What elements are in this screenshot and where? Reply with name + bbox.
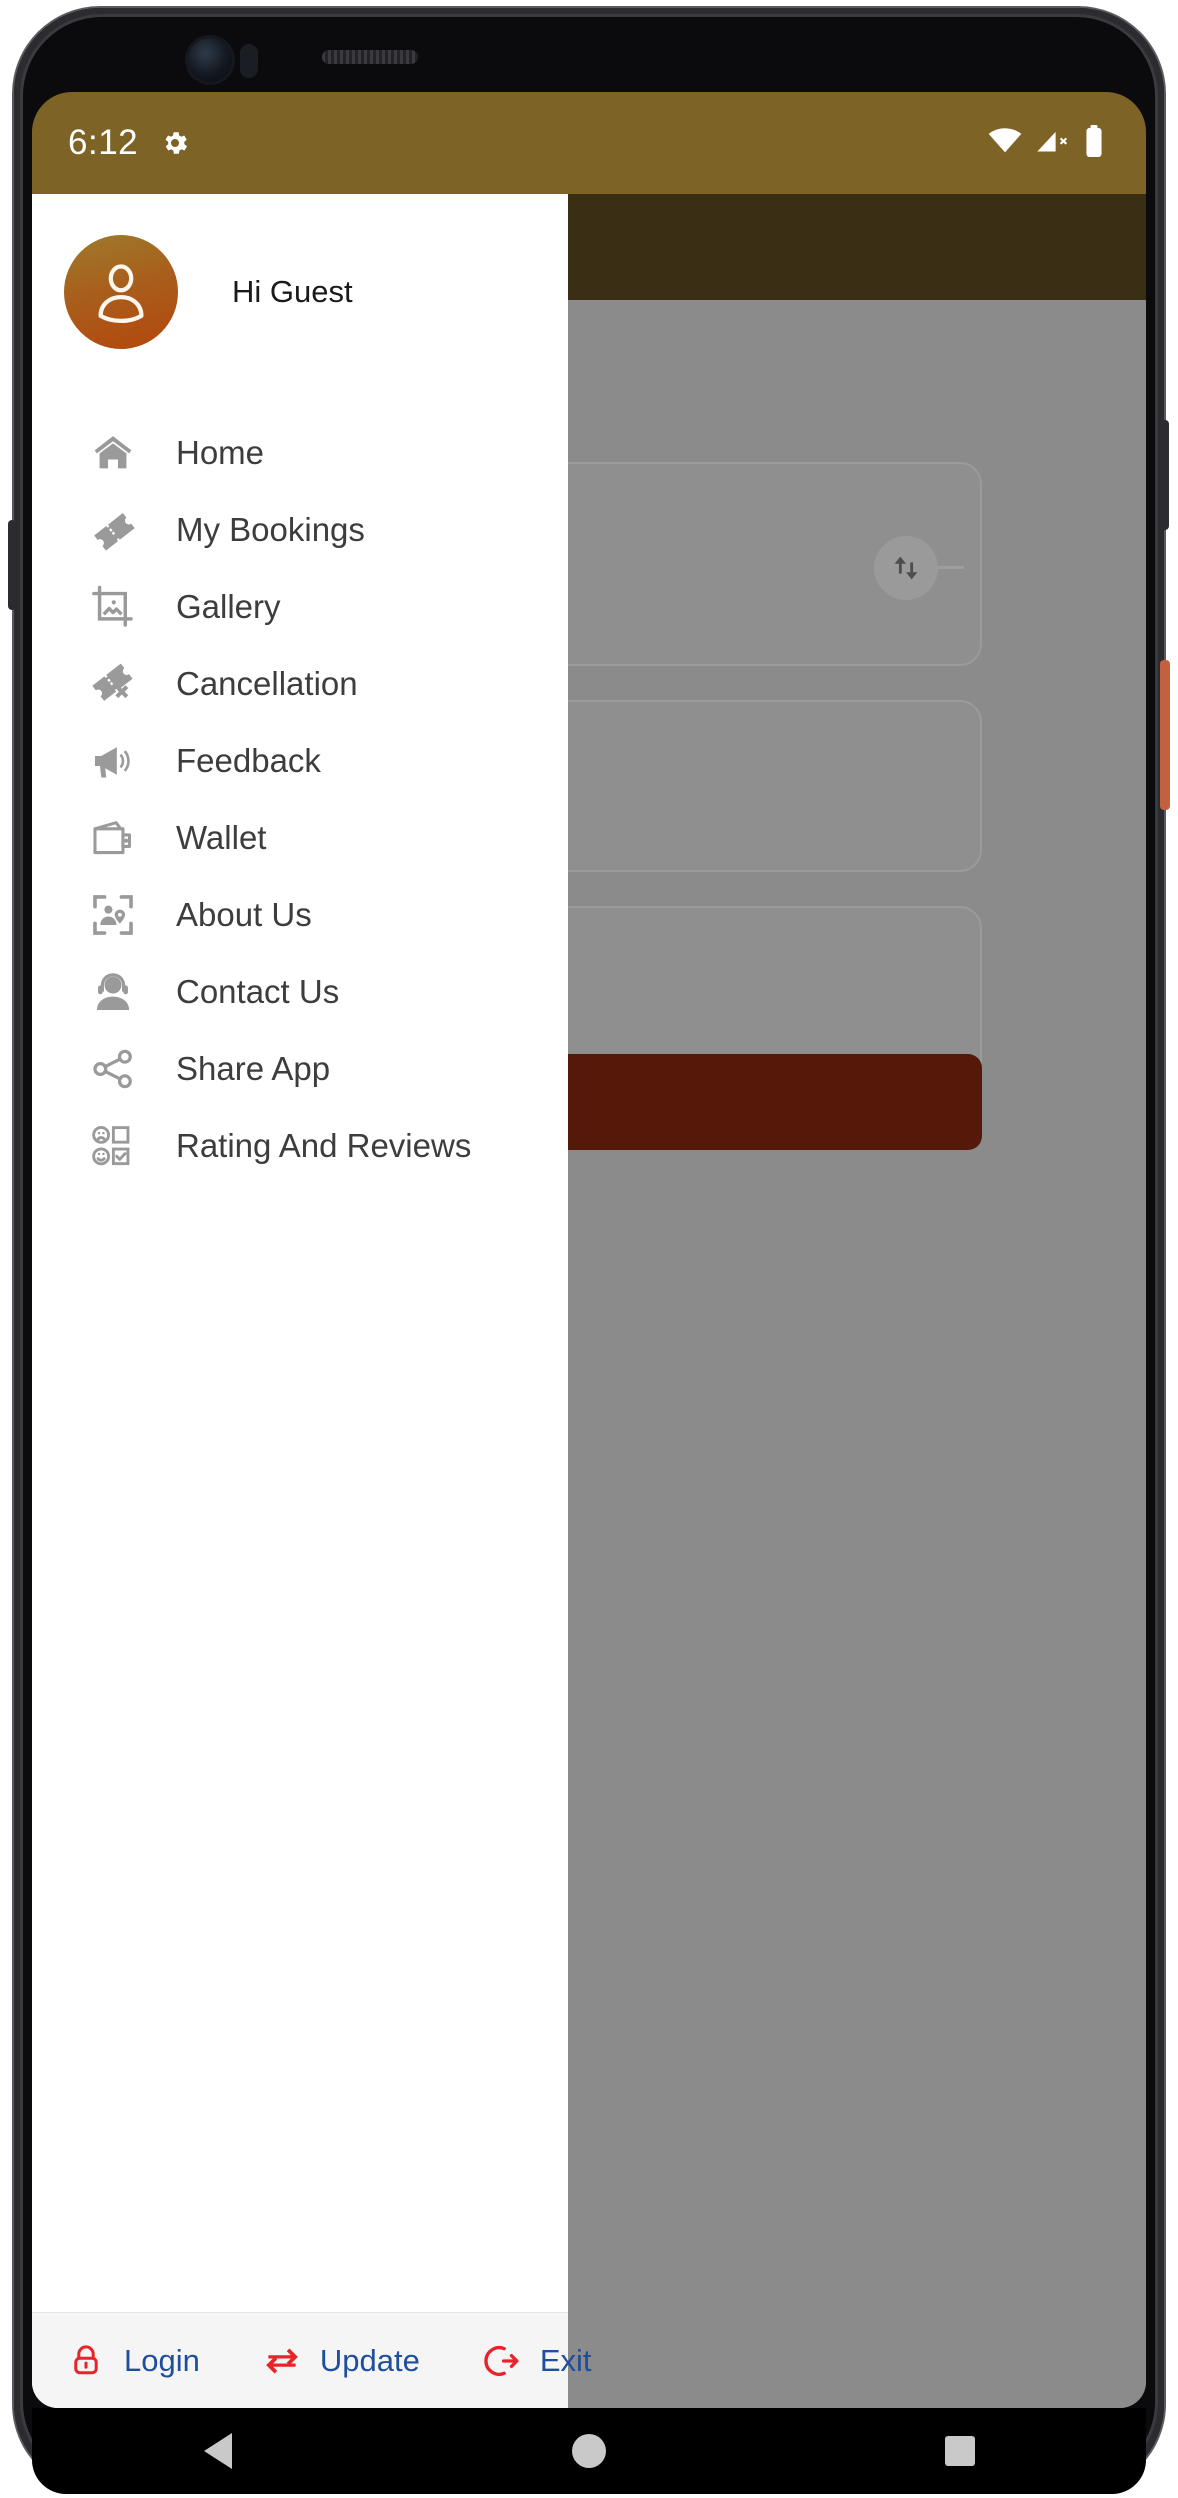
exit-arrow-icon xyxy=(480,2339,524,2383)
ticket-icon xyxy=(88,505,138,555)
image-crop-icon xyxy=(88,582,138,632)
menu-item-label: Share App xyxy=(176,1049,331,1087)
menu-item-label: Wallet xyxy=(176,818,267,856)
earpiece-speaker xyxy=(322,50,418,64)
left-side-button[interactable] xyxy=(8,520,16,610)
status-bar-left: 6:12 xyxy=(68,123,190,163)
home-icon xyxy=(88,428,138,478)
battery-icon xyxy=(1084,124,1104,162)
cellular-signal-off-icon xyxy=(1036,128,1070,159)
menu-item-label: Feedback xyxy=(176,741,321,779)
person-location-frame-icon xyxy=(88,890,138,940)
front-sensor-icon xyxy=(240,44,258,78)
drawer-header[interactable]: Hi Guest xyxy=(32,194,568,390)
greeting-text: Hi Guest xyxy=(232,274,353,309)
menu-item-cancellation[interactable]: Cancellation xyxy=(32,645,568,722)
ticket-cancel-icon xyxy=(88,659,138,709)
power-button[interactable] xyxy=(1160,660,1170,810)
swap-vertical-icon xyxy=(874,536,938,600)
menu-item-label: Rating And Reviews xyxy=(176,1126,472,1164)
menu-item-wallet[interactable]: Wallet xyxy=(32,799,568,876)
wallet-icon xyxy=(88,813,138,863)
home-circle-icon[interactable] xyxy=(529,2421,649,2481)
system-navigation-bar xyxy=(32,2408,1146,2494)
megaphone-icon xyxy=(88,736,138,786)
lock-icon xyxy=(64,2339,108,2383)
menu-item-label: About Us xyxy=(176,895,312,933)
drawer-action-bar: Login Update Exit xyxy=(32,2312,592,2408)
menu-item-label: Gallery xyxy=(176,587,281,625)
status-bar-right xyxy=(988,124,1104,162)
sync-arrows-icon xyxy=(260,2339,304,2383)
login-label: Login xyxy=(124,2342,200,2378)
gear-icon xyxy=(160,128,190,158)
menu-item-label: Home xyxy=(176,433,265,471)
drawer-spacer xyxy=(32,1184,568,2312)
drawer-menu-list: Home My Bookings Gallery Cancellation Fe… xyxy=(32,390,568,1184)
recents-square-icon[interactable] xyxy=(900,2421,1020,2481)
menu-item-contact-us[interactable]: Contact Us xyxy=(32,953,568,1030)
front-camera-icon xyxy=(188,38,232,82)
rating-review-icon xyxy=(88,1121,138,1171)
menu-item-label: Contact Us xyxy=(176,972,340,1010)
wifi-icon xyxy=(988,127,1022,159)
menu-item-label: My Bookings xyxy=(176,510,365,548)
update-button[interactable]: Update xyxy=(256,2339,424,2383)
phone-screen: 6:12 Hi Guest Home My Bookings Gallery C… xyxy=(32,92,1146,2408)
menu-item-share-app[interactable]: Share App xyxy=(32,1030,568,1107)
menu-item-home[interactable]: Home xyxy=(32,414,568,491)
share-nodes-icon xyxy=(88,1044,138,1094)
status-bar: 6:12 xyxy=(32,92,1146,194)
menu-item-about-us[interactable]: About Us xyxy=(32,876,568,953)
login-button[interactable]: Login xyxy=(60,2339,204,2383)
menu-item-rating-and-reviews[interactable]: Rating And Reviews xyxy=(32,1107,568,1184)
update-label: Update xyxy=(319,2342,420,2378)
volume-button[interactable] xyxy=(1160,420,1169,530)
status-clock: 6:12 xyxy=(68,123,139,162)
phone-frame: 6:12 Hi Guest Home My Bookings Gallery C… xyxy=(0,0,1178,2498)
menu-item-feedback[interactable]: Feedback xyxy=(32,722,568,799)
back-triangle-icon[interactable] xyxy=(158,2421,278,2481)
menu-item-my-bookings[interactable]: My Bookings xyxy=(32,491,568,568)
background-divider xyxy=(938,566,964,569)
menu-item-label: Cancellation xyxy=(176,664,358,702)
headset-support-icon xyxy=(88,967,138,1017)
user-avatar-icon[interactable] xyxy=(64,235,178,349)
exit-button[interactable]: Exit xyxy=(476,2339,596,2383)
exit-label: Exit xyxy=(539,2342,592,2378)
menu-item-gallery[interactable]: Gallery xyxy=(32,568,568,645)
navigation-drawer: Hi Guest Home My Bookings Gallery Cancel… xyxy=(32,194,592,2408)
